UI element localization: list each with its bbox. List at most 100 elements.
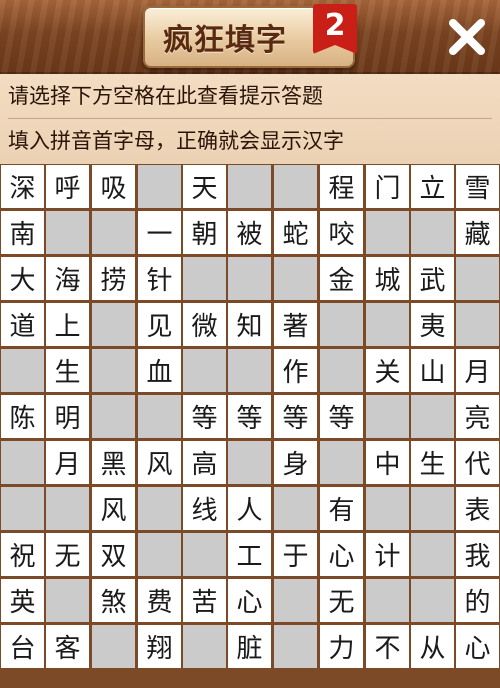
grid-cell[interactable]: 立 [411,165,454,208]
grid-cell[interactable]: 针 [138,257,181,300]
grid-cell[interactable]: 藏 [456,211,499,254]
grid-cell[interactable]: 心 [228,579,271,622]
grid-cell[interactable]: 黑 [92,441,135,484]
grid-cell-blocked [274,625,317,668]
grid-cell[interactable]: 心 [456,625,499,668]
grid-cell[interactable]: 微 [183,303,226,346]
grid-cell[interactable]: 等 [320,395,363,438]
grid-cell-blocked [46,487,89,530]
grid-cell-blocked [320,303,363,346]
grid-cell[interactable]: 金 [320,257,363,300]
grid-cell[interactable]: 有 [320,487,363,530]
grid-cell[interactable]: 山 [411,349,454,392]
grid-cell[interactable]: 生 [46,349,89,392]
grid-cell[interactable]: 血 [138,349,181,392]
grid-cell[interactable]: 线 [183,487,226,530]
grid-cell[interactable]: 我 [456,533,499,576]
grid-cell[interactable]: 月 [456,349,499,392]
input-instruction: 填入拼音首字母，正确就会显示汉字 [8,129,344,153]
grid-cell-blocked [274,165,317,208]
grid-cell[interactable]: 无 [46,533,89,576]
grid-cell[interactable]: 武 [411,257,454,300]
grid-cell[interactable]: 月 [46,441,89,484]
grid-cell[interactable]: 见 [138,303,181,346]
grid-cell-blocked [1,487,44,530]
grid-cell[interactable]: 高 [183,441,226,484]
grid-cell[interactable]: 吸 [92,165,135,208]
grid-cell[interactable]: 亮 [456,395,499,438]
grid-cell[interactable]: 等 [183,395,226,438]
close-button[interactable] [444,14,490,60]
grid-cell[interactable]: 等 [228,395,271,438]
grid-cell[interactable]: 城 [366,257,409,300]
grid-cell-blocked [456,257,499,300]
grid-cell[interactable]: 夷 [411,303,454,346]
hint-panel: 请选择下方空格在此查看提示答题 填入拼音首字母，正确就会显示汉字 [0,74,500,164]
grid-cell-blocked [92,625,135,668]
grid-cell[interactable]: 费 [138,579,181,622]
grid-cell[interactable]: 捞 [92,257,135,300]
crossword-grid: 深呼吸天程门立雪南一朝被蛇咬藏大海捞针金城武道上见微知著夷生血作关山月陈明等等等… [0,164,500,688]
grid-cell[interactable]: 从 [411,625,454,668]
grid-cell[interactable]: 雪 [456,165,499,208]
grid-cell[interactable]: 深 [1,165,44,208]
grid-cell[interactable]: 客 [46,625,89,668]
grid-cell[interactable]: 英 [1,579,44,622]
grid-cell[interactable]: 于 [274,533,317,576]
grid-cell[interactable]: 生 [411,441,454,484]
grid-cell[interactable]: 台 [1,625,44,668]
grid-cell[interactable]: 蛇 [274,211,317,254]
grid-cell[interactable]: 人 [228,487,271,530]
grid-cell[interactable]: 脏 [228,625,271,668]
grid-cell[interactable]: 风 [92,487,135,530]
grid-cell[interactable]: 身 [274,441,317,484]
grid-cell-blocked [92,303,135,346]
top-bar: 疯狂填字 2 [0,0,500,74]
grid-cell[interactable]: 程 [320,165,363,208]
grid-cell-blocked [183,349,226,392]
grid-cell[interactable]: 翔 [138,625,181,668]
grid-cell[interactable]: 一 [138,211,181,254]
grid-cell[interactable]: 上 [46,303,89,346]
grid-cell[interactable]: 明 [46,395,89,438]
grid-cell[interactable]: 大 [1,257,44,300]
grid-cell-blocked [92,349,135,392]
grid-cell[interactable]: 煞 [92,579,135,622]
grid-cell[interactable]: 心 [320,533,363,576]
grid-cell[interactable]: 表 [456,487,499,530]
grid-cell[interactable]: 著 [274,303,317,346]
grid-cell[interactable]: 代 [456,441,499,484]
grid-cell-blocked [1,349,44,392]
grid-cell[interactable]: 风 [138,441,181,484]
grid-cell[interactable]: 咬 [320,211,363,254]
grid-cell[interactable]: 门 [366,165,409,208]
grid-cell[interactable]: 呼 [46,165,89,208]
grid-cell[interactable]: 双 [92,533,135,576]
grid-cell[interactable]: 陈 [1,395,44,438]
grid-cell[interactable]: 知 [228,303,271,346]
grid-cell[interactable]: 不 [366,625,409,668]
grid-cell[interactable]: 中 [366,441,409,484]
grid-cell[interactable]: 作 [274,349,317,392]
grid-cell-blocked [46,579,89,622]
grid-cell[interactable]: 工 [228,533,271,576]
grid-cell[interactable]: 无 [320,579,363,622]
grid-cell[interactable]: 道 [1,303,44,346]
grid-cell[interactable]: 的 [456,579,499,622]
grid-cell[interactable]: 朝 [183,211,226,254]
grid-cell[interactable]: 祝 [1,533,44,576]
grid-cell-blocked [366,579,409,622]
grid-cell[interactable]: 苦 [183,579,226,622]
grid-cell-blocked [1,441,44,484]
grid-cell-blocked [228,349,271,392]
grid-cell-blocked [274,579,317,622]
grid-cell[interactable]: 关 [366,349,409,392]
grid-cell-blocked [411,211,454,254]
grid-cell[interactable]: 被 [228,211,271,254]
grid-cell[interactable]: 等 [274,395,317,438]
grid-cell[interactable]: 计 [366,533,409,576]
grid-cell[interactable]: 南 [1,211,44,254]
grid-cell[interactable]: 天 [183,165,226,208]
grid-cell[interactable]: 力 [320,625,363,668]
grid-cell[interactable]: 海 [46,257,89,300]
